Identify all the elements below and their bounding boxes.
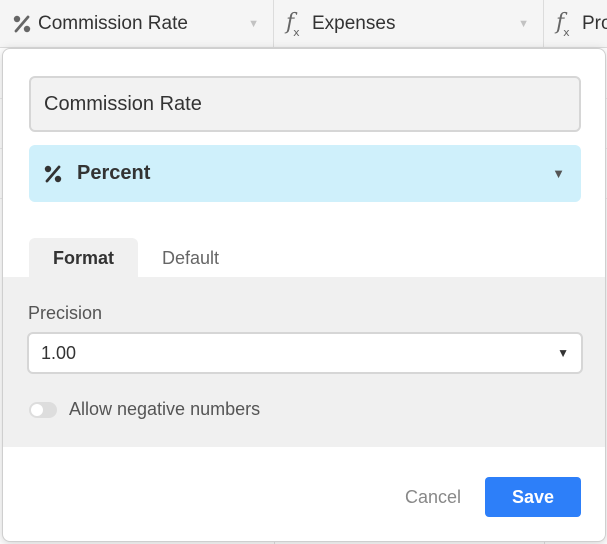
column-header-label: Expenses — [312, 13, 396, 34]
dialog-footer: Cancel Save — [405, 477, 581, 517]
tab-default[interactable]: Default — [138, 238, 243, 278]
percent-icon — [12, 14, 38, 34]
field-type-select[interactable]: Percent ▼ — [29, 145, 581, 202]
allow-negative-label: Allow negative numbers — [69, 399, 261, 419]
precision-value: 1.00 — [41, 342, 77, 363]
field-type-label: Percent — [77, 162, 151, 184]
column-header-label: Pro — [582, 13, 607, 34]
formula-icon: fx — [556, 9, 570, 40]
column-header-label: Commission Rate — [38, 13, 188, 34]
allow-negative-row: Allow negative numbers — [29, 399, 260, 420]
chevron-down-icon: ▼ — [557, 346, 569, 360]
precision-label: Precision — [28, 303, 103, 323]
percent-icon — [43, 164, 77, 184]
grid-header: Commission Rate ▼ fx Expenses ▼ fx Pro — [0, 0, 607, 48]
field-name-input[interactable] — [29, 76, 581, 132]
column-header-commission-rate[interactable]: Commission Rate ▼ — [0, 0, 274, 48]
field-editor-dialog: Percent ▼ Format Default Precision 1.00 … — [2, 48, 606, 542]
save-button[interactable]: Save — [485, 477, 581, 517]
chevron-down-icon[interactable]: ▼ — [248, 18, 259, 30]
column-header-expenses[interactable]: fx Expenses ▼ — [274, 0, 544, 48]
cancel-button[interactable]: Cancel — [405, 487, 461, 508]
tab-format[interactable]: Format — [29, 238, 139, 278]
column-header-pro[interactable]: fx Pro — [544, 0, 607, 48]
toggle-knob — [31, 403, 43, 416]
allow-negative-toggle[interactable] — [29, 401, 57, 418]
precision-select[interactable]: 1.00 ▼ — [27, 332, 583, 374]
chevron-down-icon: ▼ — [552, 166, 565, 181]
chevron-down-icon[interactable]: ▼ — [518, 18, 529, 30]
formula-icon: fx — [286, 9, 300, 40]
format-options-panel: Precision 1.00 ▼ Allow negative numbers — [3, 277, 605, 447]
editor-tabs: Format Default — [29, 238, 243, 278]
